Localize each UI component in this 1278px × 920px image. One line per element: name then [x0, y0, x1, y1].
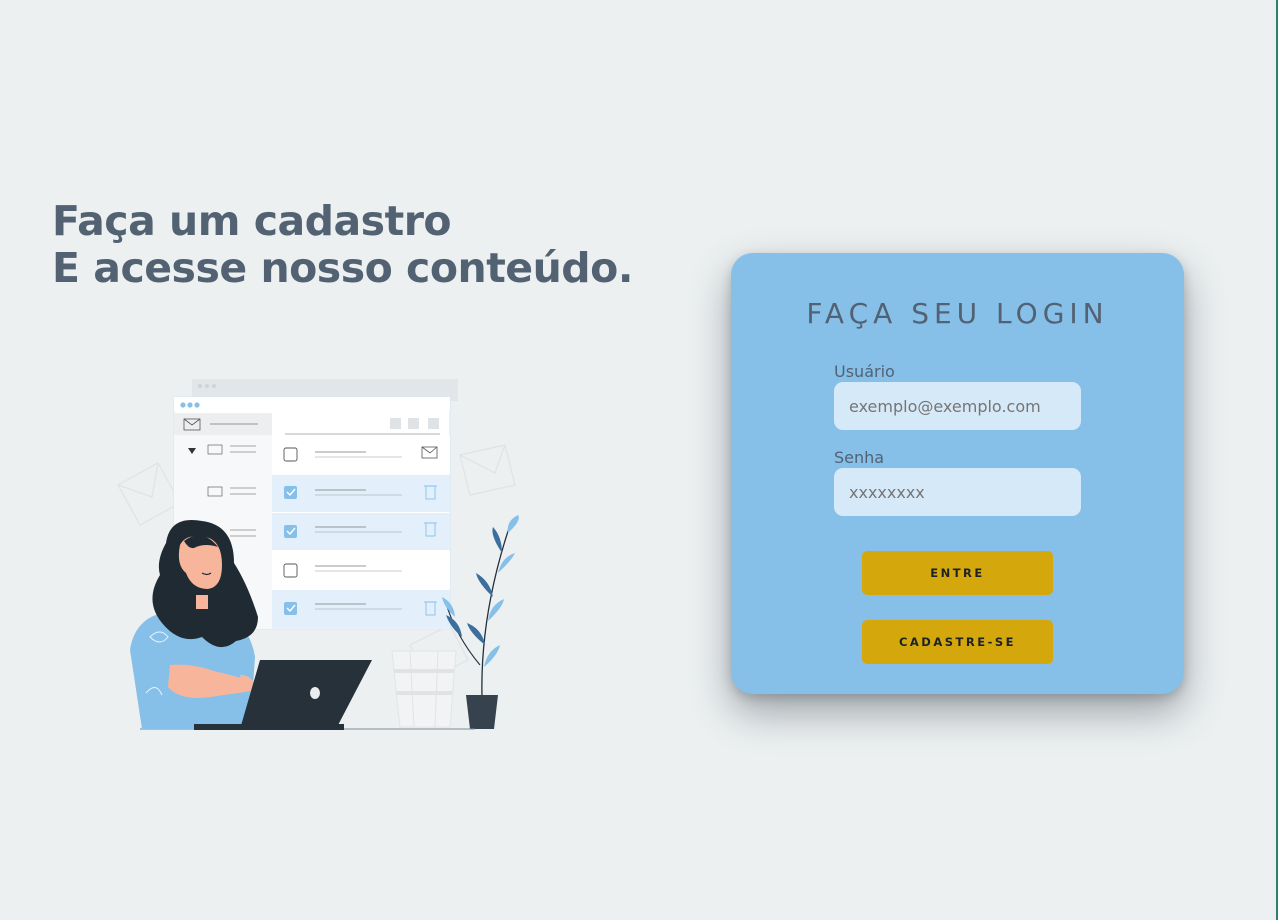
user-label: Usuário [834, 362, 895, 381]
hero-headline: Faça um cadastro E acesse nosso conteúdo… [52, 198, 633, 292]
user-input[interactable] [834, 382, 1081, 430]
enter-button[interactable]: ENTRE [862, 551, 1053, 595]
password-label: Senha [834, 448, 885, 467]
hero-line-1: Faça um cadastro [52, 197, 452, 245]
signup-button[interactable]: CADASTRE-SE [862, 620, 1053, 664]
password-input[interactable] [834, 468, 1081, 516]
page: Faça um cadastro E acesse nosso conteúdo… [0, 0, 1278, 920]
hero-line-2: E acesse nosso conteúdo. [52, 244, 633, 292]
login-title: FAÇA SEU LOGIN [806, 297, 1109, 330]
email-illustration [117, 379, 519, 730]
